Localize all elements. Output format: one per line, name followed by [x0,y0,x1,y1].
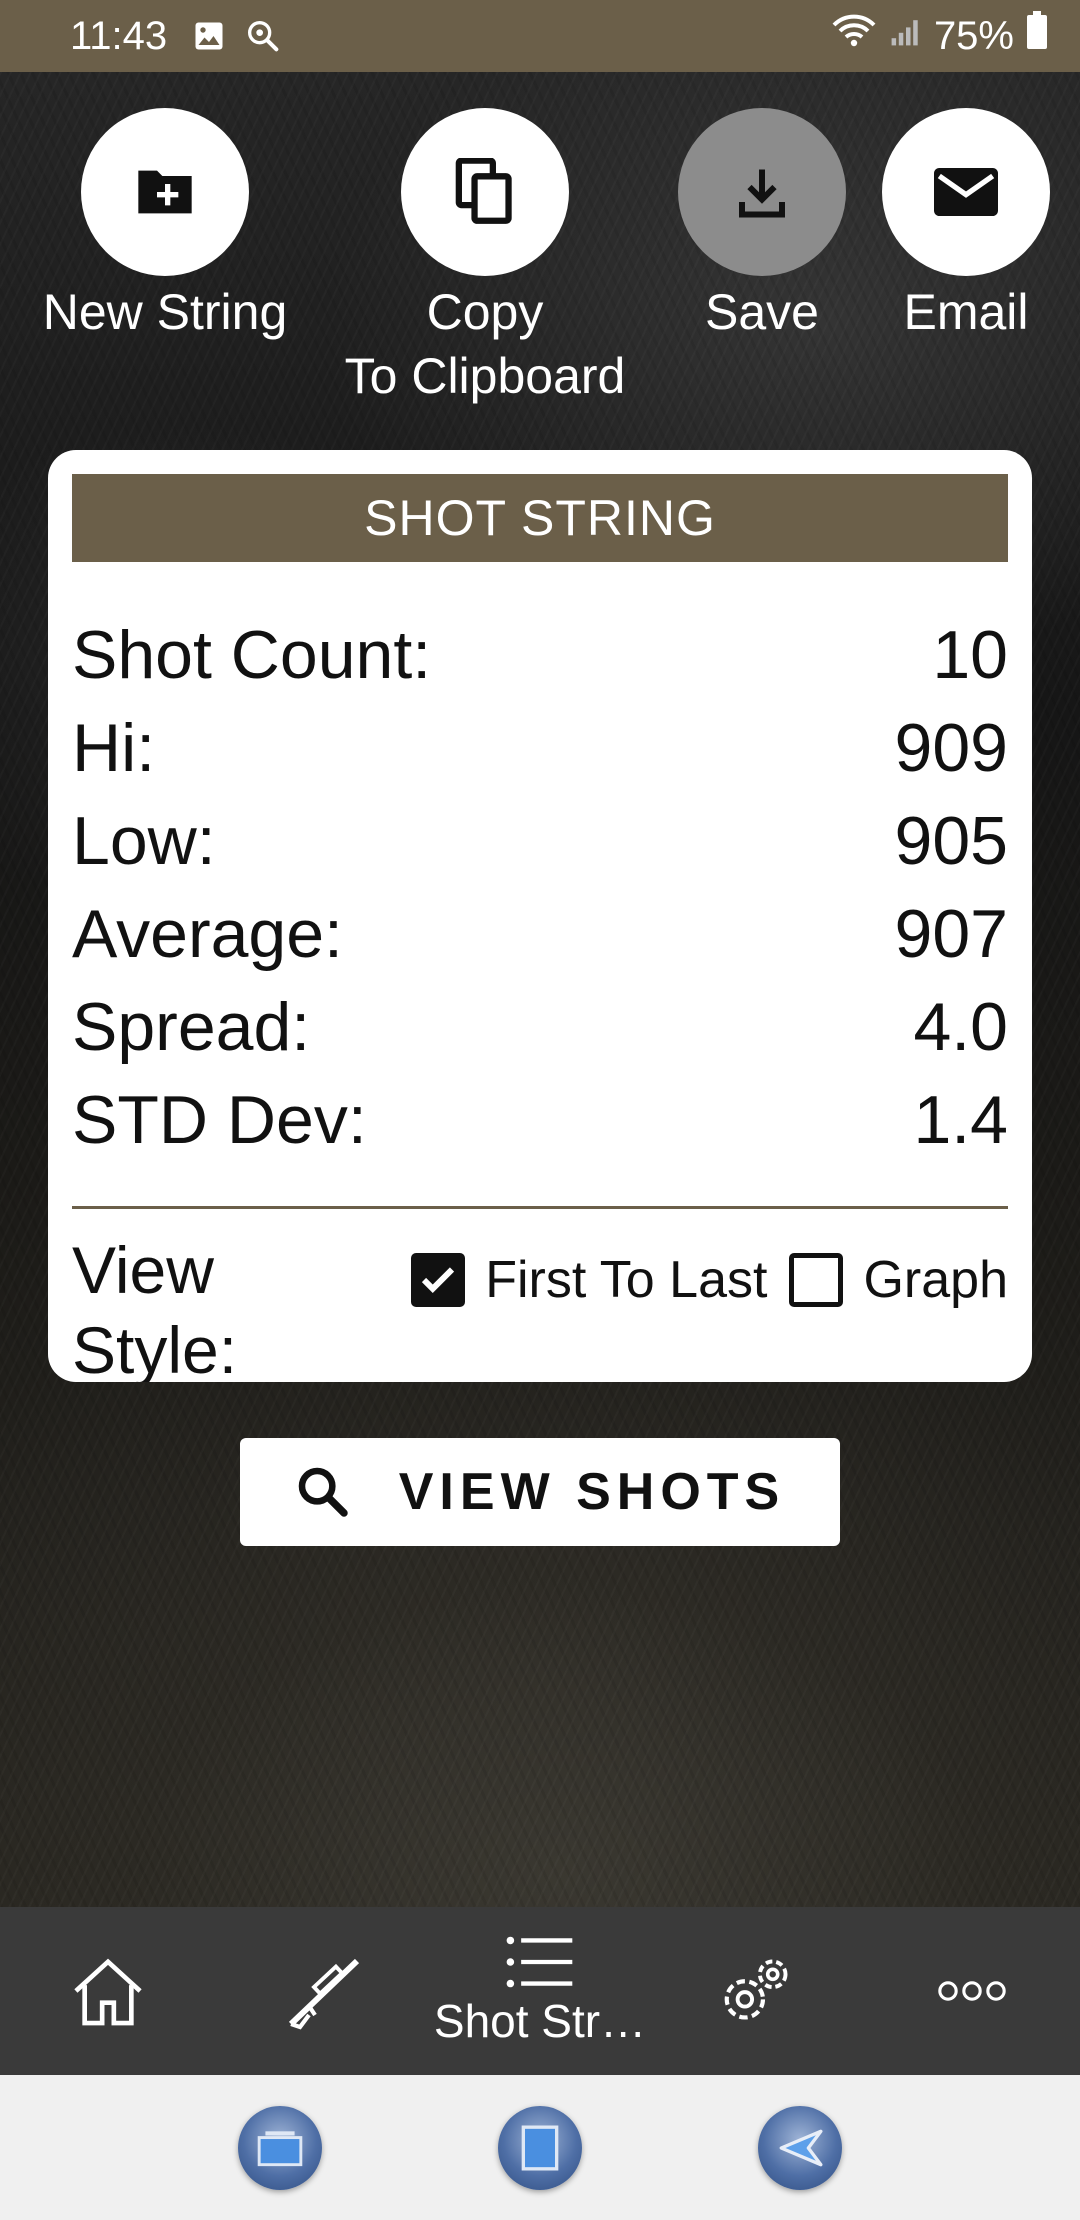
stat-label: Shot Count: [72,616,432,693]
view-shots-label: VIEW SHOTS [398,1463,786,1521]
graph-checkbox[interactable] [789,1253,844,1307]
battery-percent: 75% [933,13,1014,58]
stat-label: Low: [72,802,216,879]
stat-value: 909 [894,709,1008,786]
bottom-tab-bar: Shot Str… [0,1907,1080,2075]
email-button[interactable]: Email [882,108,1050,344]
status-time: 11:43 [70,13,168,58]
tab-home[interactable] [0,1907,216,2075]
stat-value: 907 [894,895,1008,972]
divider [72,1206,1008,1209]
email-label: Email [903,284,1029,340]
tab-more[interactable] [864,1907,1080,2075]
stat-value: 4.0 [913,988,1008,1065]
download-icon [678,108,846,276]
stat-row-shot-count: Shot Count: 10 [72,608,1008,701]
stat-value: 10 [932,616,1008,693]
stat-value: 905 [894,802,1008,879]
new-folder-icon [81,108,249,276]
back-button[interactable] [758,2105,842,2190]
stat-label: Spread: [72,988,311,1065]
battery-icon [1024,11,1050,61]
home-icon [74,1958,142,2026]
copy-to-clipboard-button[interactable]: Copy To Clipboard [330,108,640,408]
recent-apps-icon [257,2130,303,2166]
new-string-button[interactable]: New String [20,108,310,344]
card-title: SHOT STRING [72,474,1008,562]
view-shots-button[interactable]: VIEW SHOTS [240,1438,840,1546]
new-string-label: New String [42,284,288,340]
stat-row-hi: Hi: 909 [72,701,1008,794]
search-icon [298,1467,348,1517]
stat-label: Hi: [72,709,156,786]
graph-option[interactable]: Graph [789,1250,1008,1310]
stat-value: 1.4 [913,1081,1008,1158]
copy-label-line1: Copy [426,284,544,340]
stat-label: Average: [72,895,343,972]
home-square-icon [521,2125,559,2170]
tab-rifles[interactable] [216,1907,432,2075]
list-icon [506,1936,573,1988]
view-style-options: First To Last Graph [411,1250,1008,1310]
first-to-last-checkbox[interactable] [411,1253,466,1307]
rifle-icon [288,1958,360,2030]
mail-icon [882,108,1050,276]
shot-string-card: SHOT STRING Shot Count: 10 Hi: 909 Low: … [48,450,1032,1382]
stat-row-spread: Spread: 4.0 [72,980,1008,1073]
first-to-last-label: First To Last [485,1251,768,1309]
system-nav-bar [0,2075,1080,2220]
more-icon [938,1981,1006,2001]
tab-shot-strings-label: Shot Str… [433,1995,647,2047]
stat-row-low: Low: 905 [72,794,1008,887]
stat-row-average: Average: 907 [72,887,1008,980]
tab-settings[interactable] [648,1907,864,2075]
view-style-label: View Style: [72,1233,238,1382]
gears-icon [724,1959,788,2020]
status-bar: 11:43 75% [0,0,1080,72]
save-button[interactable]: Save [678,108,846,344]
copy-icon [401,108,569,276]
recent-apps-button[interactable] [238,2105,322,2190]
copy-label-line2: To Clipboard [344,348,626,404]
stat-label: STD Dev: [72,1081,367,1158]
back-icon [779,2129,823,2166]
graph-label: Graph [863,1251,1008,1309]
save-label: Save [705,284,819,340]
wifi-icon [830,11,878,61]
tab-shot-strings[interactable]: Shot Str… [432,1907,648,2075]
search-location-icon [243,16,283,56]
signal-icon [888,11,924,61]
stat-row-std-dev: STD Dev: 1.4 [72,1073,1008,1166]
first-to-last-option[interactable]: First To Last [411,1250,767,1310]
image-icon [191,18,227,54]
home-button[interactable] [498,2105,582,2190]
